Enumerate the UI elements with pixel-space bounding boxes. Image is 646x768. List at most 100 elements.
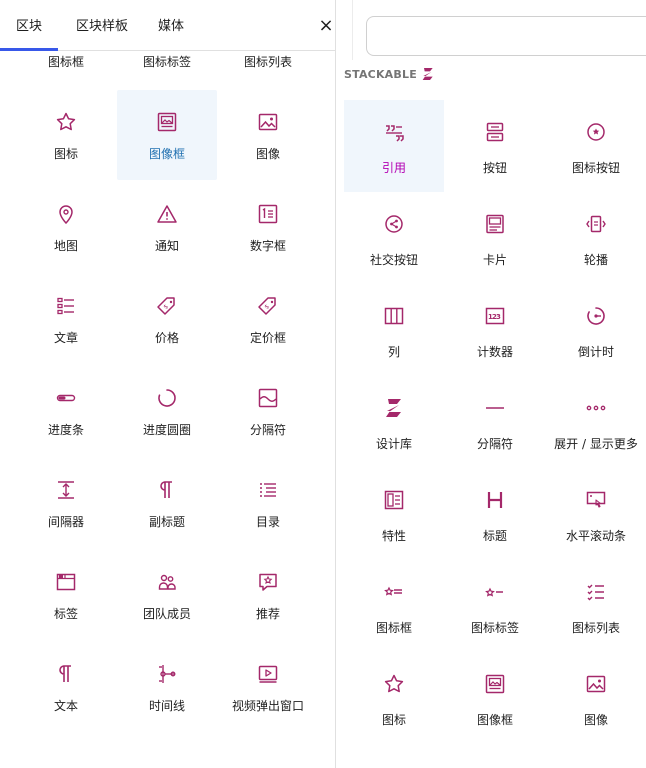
price-tag-icon: $: [155, 294, 179, 318]
block-label: 分隔符: [476, 437, 513, 451]
editor-input-box[interactable]: [366, 16, 646, 56]
left-block-16[interactable]: 间隔器: [16, 458, 116, 548]
left-block-17[interactable]: 副标题: [117, 458, 217, 548]
left-block-9[interactable]: 数字框: [218, 182, 318, 272]
block-label: 间隔器: [47, 515, 84, 529]
left-block-22[interactable]: 文本: [16, 642, 116, 732]
stackable-block-21[interactable]: 图像: [546, 652, 646, 744]
stackable-logo-icon: [420, 66, 436, 82]
stackable-block-10[interactable]: 设计库: [344, 376, 444, 468]
stackable-block-12[interactable]: 展开 / 显示更多: [546, 376, 646, 468]
left-block-24[interactable]: 视频弹出窗口: [218, 642, 318, 732]
left-block-21[interactable]: 推荐: [218, 550, 318, 640]
stackable-block-7[interactable]: 列: [344, 284, 444, 376]
block-label: 推荐: [255, 607, 280, 621]
block-label: 通知: [154, 239, 179, 253]
icon-list-icon: [584, 580, 608, 604]
tab-patterns[interactable]: 区块样板: [74, 0, 130, 51]
stackable-block-14[interactable]: 标题: [445, 468, 545, 560]
video-popup-icon: [256, 662, 280, 686]
left-block-7[interactable]: 地图: [16, 182, 116, 272]
block-label: 图标: [381, 713, 406, 727]
stackable-block-19[interactable]: 图标: [344, 652, 444, 744]
stackable-block-1[interactable]: 引用: [344, 100, 444, 192]
block-label: 图标按钮: [571, 161, 620, 175]
left-block-20[interactable]: 团队成员: [117, 550, 217, 640]
stackable-block-13[interactable]: 特性: [344, 468, 444, 560]
block-label: 文章: [53, 331, 78, 345]
tab-media[interactable]: 媒体: [156, 0, 186, 51]
svg-text:3: 3: [496, 313, 501, 321]
image-icon: [584, 672, 608, 696]
close-icon[interactable]: ×: [314, 14, 335, 38]
left-block-12[interactable]: $ 定价框: [218, 274, 318, 364]
stackable-block-8[interactable]: 1 2 3 计数器: [445, 284, 545, 376]
stackable-block-3[interactable]: 图标按钮: [546, 100, 646, 192]
block-label: 图像: [255, 147, 280, 161]
block-label: 卡片: [482, 253, 507, 267]
block-inserter-panel: 图标框 图标标签 图标列表 图标 图像框 图像 地图 通知 数字框 文章 $ 价格 $ 定价框 进度条 进度圆…: [0, 0, 336, 768]
left-block-14[interactable]: 进度圆圈: [117, 366, 217, 456]
separator-icon: [256, 386, 280, 410]
stackable-block-15[interactable]: 水平滚动条: [546, 468, 646, 560]
table-of-contents-icon: [256, 478, 280, 502]
heading-h-icon: [483, 488, 507, 512]
block-label: 图标列表: [243, 55, 292, 69]
left-block-4[interactable]: 图标: [16, 90, 116, 180]
quote-icon: [382, 120, 406, 144]
left-block-5[interactable]: 图像框: [117, 90, 217, 180]
dots-icon: [584, 396, 608, 420]
left-block-6[interactable]: 图像: [218, 90, 318, 180]
stackable-block-9[interactable]: 倒计时: [546, 284, 646, 376]
left-block-18[interactable]: 目录: [218, 458, 318, 548]
block-label: 时间线: [148, 699, 185, 713]
stackable-block-6[interactable]: 轮播: [546, 192, 646, 284]
stackable-block-16[interactable]: 图标框: [344, 560, 444, 652]
left-block-19[interactable]: 标签: [16, 550, 116, 640]
block-label: 设计库: [375, 437, 412, 451]
block-label: 社交按钮: [369, 253, 418, 267]
block-label: 引用: [381, 161, 406, 175]
countdown-icon: [584, 304, 608, 328]
block-label: 进度条: [47, 423, 84, 437]
block-label: 地图: [53, 239, 78, 253]
block-label: 图像框: [148, 147, 185, 161]
block-label: 团队成员: [142, 607, 191, 621]
block-label: 轮播: [583, 253, 608, 267]
left-block-8[interactable]: 通知: [117, 182, 217, 272]
stackable-block-4[interactable]: 社交按钮: [344, 192, 444, 284]
team-member-icon: [155, 570, 179, 594]
block-label: 水平滚动条: [565, 529, 626, 543]
tab-blocks[interactable]: 区块: [14, 0, 44, 51]
block-label: 副标题: [148, 515, 185, 529]
left-block-10[interactable]: 文章: [16, 274, 116, 364]
posts-icon: [54, 294, 78, 318]
stackable-logo-icon: [382, 396, 406, 420]
block-label: 文本: [53, 699, 78, 713]
tabs-icon: [54, 570, 78, 594]
testimonial-icon: [256, 570, 280, 594]
counter-icon: 123: [483, 304, 507, 328]
stackable-category-title: STACKABLE: [344, 68, 417, 81]
stackable-block-11[interactable]: 分隔符: [445, 376, 545, 468]
block-label: 特性: [381, 529, 406, 543]
left-block-15[interactable]: 分隔符: [218, 366, 318, 456]
scrollbar[interactable]: [642, 360, 646, 380]
left-block-23[interactable]: 时间线: [117, 642, 217, 732]
block-label: 目录: [255, 515, 280, 529]
icon-label-icon: [483, 580, 507, 604]
block-label: 计数器: [476, 345, 513, 359]
left-block-13[interactable]: 进度条: [16, 366, 116, 456]
block-label: 视频弹出窗口: [231, 699, 304, 713]
carousel-icon: [584, 212, 608, 236]
stackable-block-18[interactable]: 图标列表: [546, 560, 646, 652]
stackable-block-5[interactable]: 卡片: [445, 192, 545, 284]
divider-line-icon: [483, 396, 507, 420]
block-label: 定价框: [249, 331, 286, 345]
stackable-block-17[interactable]: 图标标签: [445, 560, 545, 652]
stackable-block-20[interactable]: 图像框: [445, 652, 545, 744]
stackable-block-2[interactable]: 按钮: [445, 100, 545, 192]
star-icon: [382, 672, 406, 696]
stackable-blocks-panel: STACKABLE 引用 按钮 图标按钮社交按钮 卡片 轮播列 1 2 3 计数器 倒计时设计库 分…: [336, 0, 646, 768]
left-block-11[interactable]: $ 价格: [117, 274, 217, 364]
